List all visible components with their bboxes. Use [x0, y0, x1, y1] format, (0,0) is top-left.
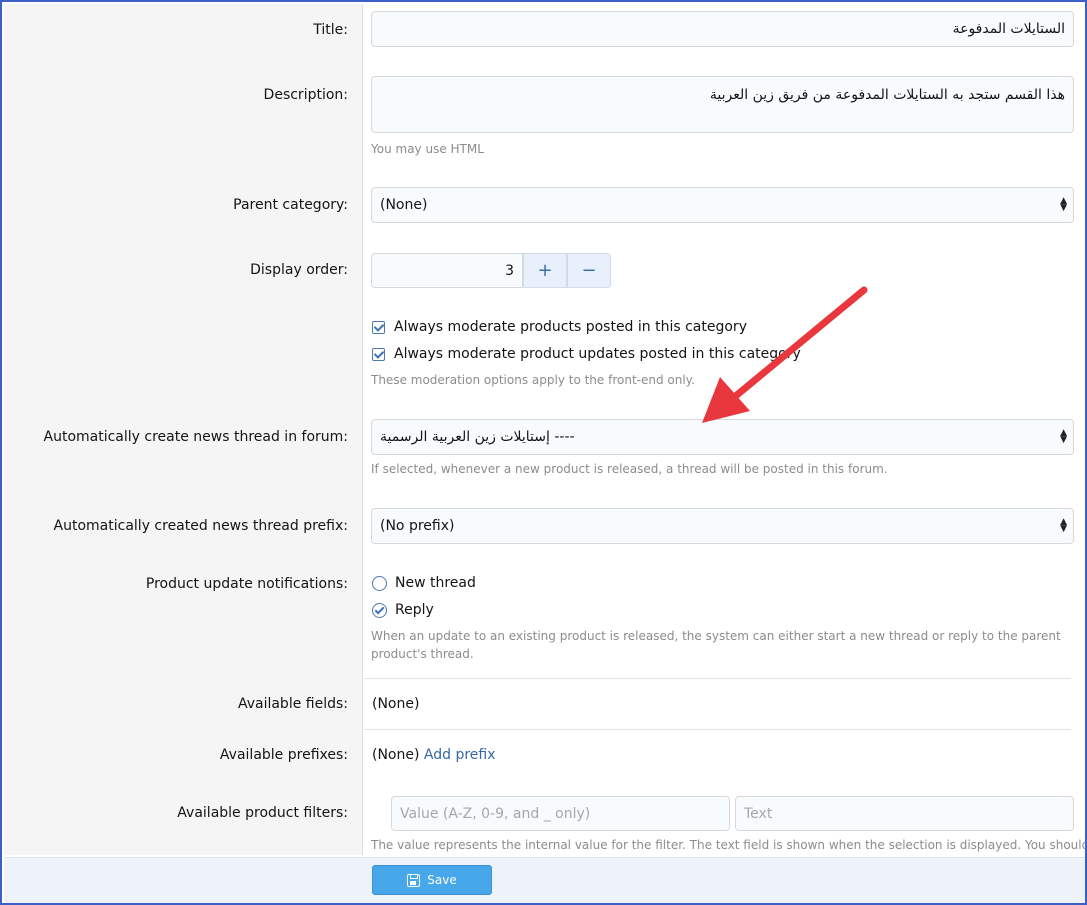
title-input[interactable]: الستايلات المدفوعة — [371, 11, 1074, 47]
radio-new-thread[interactable]: New thread — [372, 575, 476, 591]
description-hint: You may use HTML — [371, 142, 484, 156]
display-order-label: Display order: — [250, 262, 348, 278]
section-divider — [364, 729, 1071, 730]
available-prefixes-value: (None) — [372, 747, 420, 763]
display-order-value: 3 — [505, 262, 514, 279]
available-prefixes-row: (None) Add prefix — [372, 747, 496, 763]
news-forum-hint: If selected, whenever a new product is r… — [371, 462, 888, 476]
save-label: Save — [427, 873, 457, 887]
filter-value-placeholder: Value (A-Z, 0-9, and _ only) — [400, 805, 591, 822]
section-divider — [364, 678, 1071, 679]
annotation-arrow-icon — [702, 286, 868, 423]
select-arrows-icon: ▲ ▼ — [1060, 517, 1067, 534]
radio-unchecked-icon — [372, 575, 387, 591]
description-label: Description: — [263, 87, 348, 103]
title-label: Title: — [313, 22, 348, 38]
checkbox-checked-icon — [372, 347, 385, 361]
news-forum-value: ---- إستايلات زين العربية الرسمية — [380, 429, 575, 445]
increment-button[interactable]: + — [523, 253, 567, 288]
select-arrows-icon: ▲ ▼ — [1060, 428, 1067, 445]
filter-text-input[interactable]: Text — [735, 796, 1074, 831]
news-prefix-value: (No prefix) — [380, 518, 455, 534]
minus-icon: − — [581, 260, 597, 281]
plus-icon: + — [537, 260, 553, 281]
description-textarea[interactable]: هذا القسم ستجد به الستايلات المدفوعة من … — [371, 76, 1074, 133]
description-value: هذا القسم ستجد به الستايلات المدفوعة من … — [709, 87, 1065, 103]
parent-category-label: Parent category: — [233, 197, 348, 213]
update-notifications-hint-line2: product's thread. — [371, 647, 474, 661]
radio-reply-label: Reply — [395, 602, 434, 618]
filter-value-input[interactable]: Value (A-Z, 0-9, and _ only) — [391, 796, 730, 831]
parent-category-value: (None) — [380, 197, 428, 213]
news-prefix-label: Automatically created news thread prefix… — [53, 518, 348, 534]
news-forum-label: Automatically create news thread in foru… — [43, 429, 349, 445]
radio-checked-icon — [372, 602, 387, 618]
update-notifications-label: Product update notifications: — [145, 576, 348, 592]
available-fields-label: Available fields: — [237, 696, 348, 712]
form-window: Title: الستايلات المدفوعة Description: ه… — [0, 0, 1087, 905]
select-arrows-icon: ▲ ▼ — [1060, 196, 1067, 213]
update-notifications-hint-line1: When an update to an existing product is… — [371, 629, 1061, 643]
save-icon — [407, 873, 421, 887]
form-footer — [4, 857, 1085, 903]
title-value: الستايلات المدفوعة — [952, 21, 1065, 37]
display-order-input[interactable]: 3 — [371, 253, 523, 288]
checkbox-checked-icon — [372, 320, 385, 334]
product-filters-label: Available product filters: — [177, 805, 348, 821]
filter-text-placeholder: Text — [744, 805, 773, 822]
parent-category-select[interactable]: (None) ▲ ▼ — [371, 187, 1074, 223]
moderate-products-checkbox[interactable]: Always moderate products posted in this … — [372, 319, 747, 335]
save-button[interactable]: Save — [372, 865, 492, 895]
available-prefixes-label: Available prefixes: — [219, 747, 348, 763]
decrement-button[interactable]: − — [567, 253, 611, 288]
radio-reply[interactable]: Reply — [372, 602, 434, 618]
moderation-hint: These moderation options apply to the fr… — [371, 373, 695, 387]
available-fields-value: (None) — [372, 696, 420, 712]
add-prefix-link[interactable]: Add prefix — [424, 747, 496, 763]
radio-new-thread-label: New thread — [395, 575, 476, 591]
product-filters-hint: The value represents the internal value … — [371, 838, 1087, 852]
news-prefix-select[interactable]: (No prefix) ▲ ▼ — [371, 508, 1074, 544]
